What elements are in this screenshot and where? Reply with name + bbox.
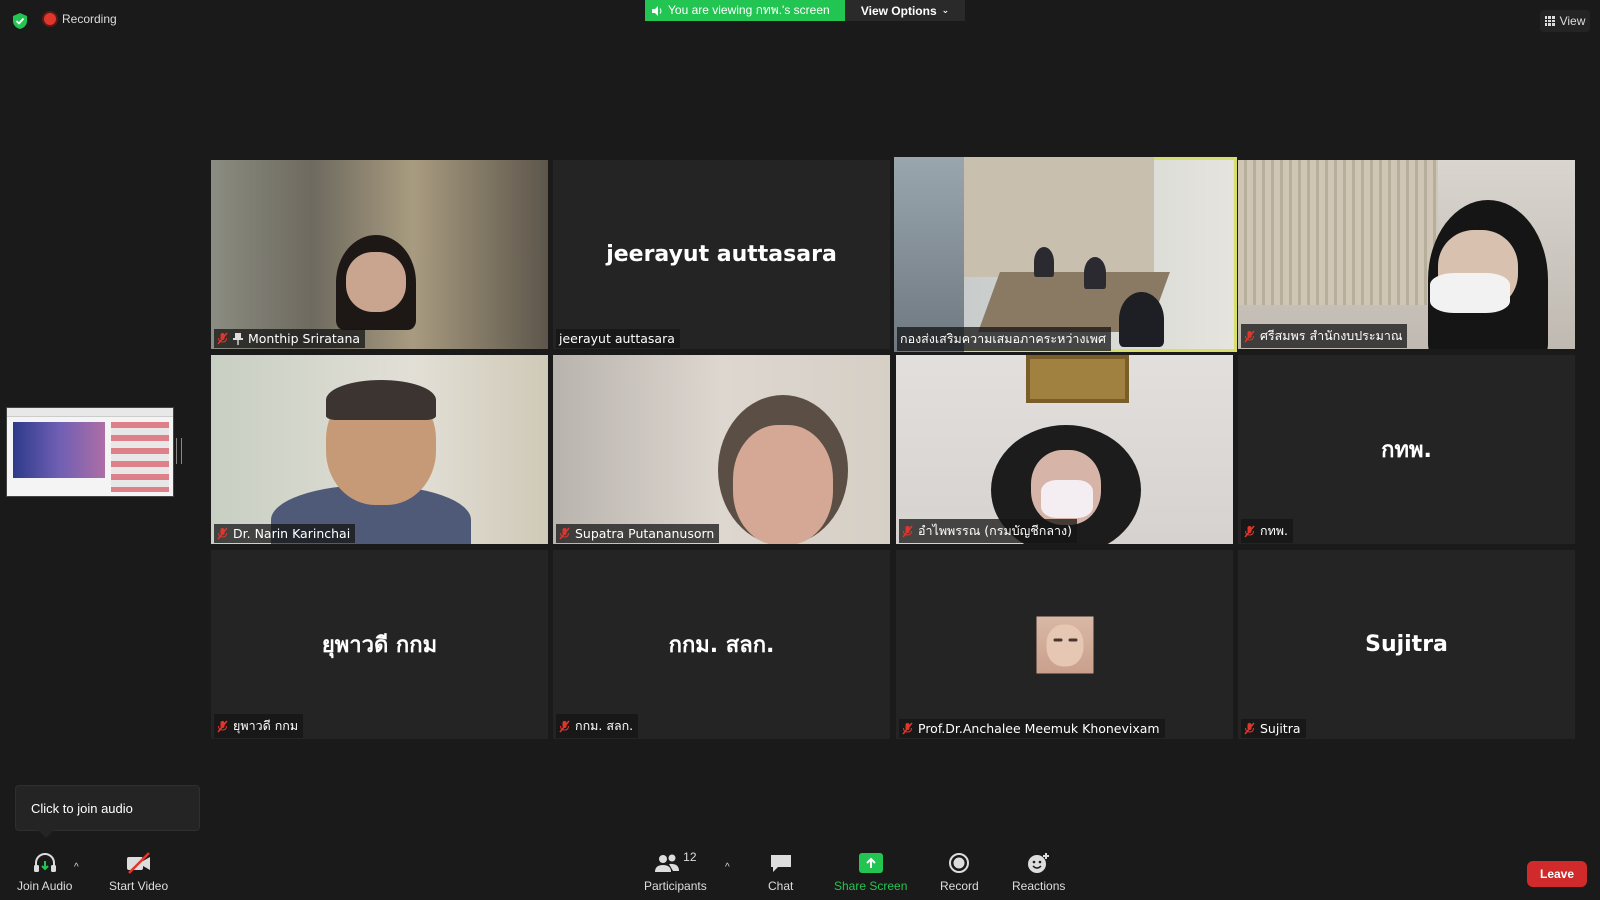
reactions-button[interactable]: Reactions (1012, 850, 1065, 893)
participants-icon: 12 (654, 850, 697, 876)
mic-off-icon (1244, 330, 1255, 343)
leave-button[interactable]: Leave (1527, 861, 1587, 887)
participant-name: Supatra Putananusorn (575, 526, 715, 541)
video-tile-srisomporn[interactable]: ศรีสมพร สำนักงบประมาณ (1238, 160, 1575, 349)
tooltip-text: Click to join audio (31, 800, 133, 816)
view-options-label: View Options (860, 3, 937, 18)
mic-off-icon (217, 527, 228, 540)
start-video-label: Start Video (109, 879, 169, 893)
participant-name: jeerayut auttasara (559, 331, 675, 346)
speaker-icon (652, 5, 662, 16)
participant-label: Dr. Narin Karinchai (214, 524, 356, 543)
video-tile-narin[interactable]: Dr. Narin Karinchai (211, 355, 548, 544)
pin-icon (233, 332, 243, 345)
video-tile-kkm-slk[interactable]: กกม. สลก. กกม. สลก. (553, 550, 890, 739)
join-audio-button[interactable]: Join Audio (17, 850, 72, 893)
share-screen-label: Share Screen (834, 879, 908, 893)
headphones-icon (32, 850, 58, 876)
split-drag-handle[interactable] (176, 438, 182, 464)
viewing-screen-banner: You are viewing กทพ.'s screen (645, 0, 845, 21)
profile-avatar (1036, 616, 1093, 673)
video-tile-supatra[interactable]: Supatra Putananusorn (553, 355, 890, 544)
leave-label: Leave (1539, 867, 1575, 881)
participant-display-name: กทพ. (1381, 438, 1432, 463)
participant-name: ศรีสมพร สำนักงบประมาณ (1260, 328, 1403, 343)
view-button[interactable]: View (1540, 10, 1590, 32)
chat-button[interactable]: Chat (768, 850, 793, 893)
join-audio-label: Join Audio (17, 879, 73, 893)
reactions-label: Reactions (1012, 879, 1066, 893)
mic-off-icon (902, 525, 913, 538)
record-button[interactable]: Record (940, 850, 979, 893)
participant-name: อำไพพรรณ (กรมบัญชีกลาง) (918, 523, 1072, 538)
participants-options-caret-icon[interactable]: ^ (725, 862, 730, 873)
recording-indicator: Recording (44, 12, 117, 26)
mic-off-icon (217, 332, 228, 345)
start-video-button[interactable]: Start Video (109, 850, 168, 893)
participant-name: กองส่งเสริมความเสมอภาคระหว่างเพศ (900, 331, 1106, 346)
participant-display-name: ยุพาวดี กกม (321, 633, 438, 658)
chevron-down-icon: ⌄ (941, 5, 950, 15)
participant-label: กองส่งเสริมความเสมอภาคระหว่างเพศ (897, 327, 1111, 351)
participants-count: 12 (683, 850, 697, 864)
mic-off-icon (1244, 722, 1255, 735)
share-screen-icon (858, 850, 883, 876)
shared-screen-thumbnail[interactable] (6, 407, 174, 497)
participant-label: Prof.Dr.Anchalee Meemuk Khonevixam (899, 719, 1165, 738)
grid-view-icon (1544, 16, 1555, 26)
video-tile-exat[interactable]: กทพ. กทพ. (1238, 355, 1575, 544)
video-off-icon (125, 850, 153, 876)
participant-name: กทพ. (1260, 523, 1289, 538)
mic-off-icon (902, 722, 913, 735)
reactions-icon (1027, 850, 1051, 876)
mic-off-icon (217, 720, 228, 733)
participant-label: กกม. สลก. (556, 714, 639, 738)
participant-display-name: jeerayut auttasara (606, 242, 837, 267)
recording-label: Recording (62, 12, 117, 26)
participant-display-name: Sujitra (1365, 632, 1448, 657)
view-options-button[interactable]: View Options ⌄ (845, 0, 965, 21)
join-audio-tooltip: Click to join audio (15, 785, 200, 838)
participant-name: Sujitra (1260, 721, 1301, 736)
participant-label: jeerayut auttasara (556, 329, 680, 348)
participant-name: Prof.Dr.Anchalee Meemuk Khonevixam (918, 721, 1160, 736)
participant-label: อำไพพรรณ (กรมบัญชีกลาง) (899, 519, 1077, 543)
participant-label: Monthip Sriratana (214, 329, 366, 348)
participants-button[interactable]: 12 Participants (644, 850, 707, 893)
record-icon (948, 850, 970, 876)
participant-name: Monthip Sriratana (248, 331, 361, 346)
video-tile-anchalee[interactable]: Prof.Dr.Anchalee Meemuk Khonevixam (896, 550, 1233, 739)
video-tile-monthip[interactable]: Monthip Sriratana (211, 160, 548, 349)
mic-off-icon (559, 720, 570, 733)
view-label: View (1559, 14, 1586, 28)
participant-label: Supatra Putananusorn (556, 524, 720, 543)
security-shield-icon[interactable] (11, 12, 29, 30)
participant-name: กกม. สลก. (575, 718, 634, 733)
mic-off-icon (1244, 525, 1255, 538)
participant-name: ยุพาวดี กกม (233, 718, 299, 733)
mic-off-icon (559, 527, 570, 540)
participant-display-name: กกม. สลก. (668, 633, 775, 658)
video-tile-gender-equality-office[interactable]: กองส่งเสริมความเสมอภาคระหว่างเพศ (894, 157, 1237, 352)
participant-label: ศรีสมพร สำนักงบประมาณ (1241, 324, 1408, 348)
record-label: Record (940, 879, 979, 893)
participants-label: Participants (644, 879, 707, 893)
participant-label: Sujitra (1241, 719, 1306, 738)
participant-label: กทพ. (1241, 519, 1294, 543)
share-screen-button[interactable]: Share Screen (834, 850, 907, 893)
chat-icon (769, 850, 793, 876)
chat-label: Chat (768, 879, 794, 893)
video-tile-sujitra[interactable]: Sujitra Sujitra (1238, 550, 1575, 739)
audio-options-caret-icon[interactable]: ^ (74, 862, 79, 873)
participant-label: ยุพาวดี กกม (214, 714, 304, 738)
banner-text: You are viewing กทพ.'s screen (668, 3, 830, 17)
video-tile-yuphawadee[interactable]: ยุพาวดี กกม ยุพาวดี กกม (211, 550, 548, 739)
video-tile-jeerayut[interactable]: jeerayut auttasara jeerayut auttasara (553, 160, 890, 349)
video-tile-amphaiphan[interactable]: อำไพพรรณ (กรมบัญชีกลาง) (896, 355, 1233, 544)
recording-dot-icon (44, 13, 56, 25)
participant-name: Dr. Narin Karinchai (233, 526, 351, 541)
